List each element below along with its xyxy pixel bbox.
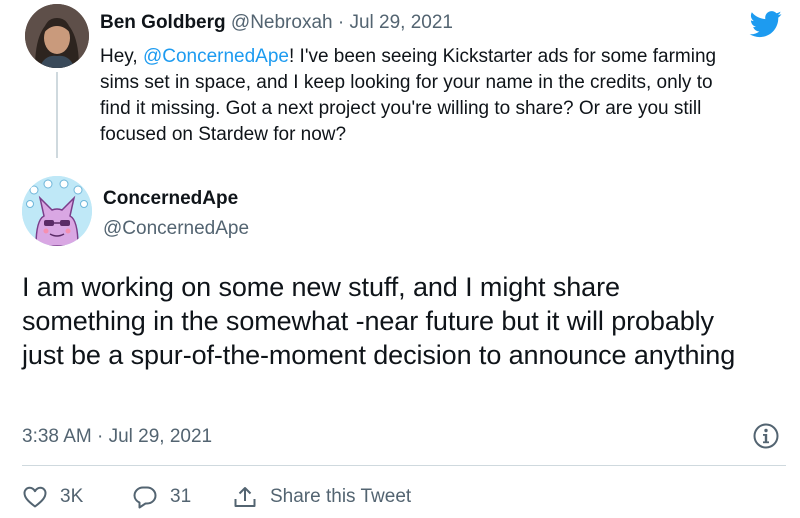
parent-tweet-text: Hey, @ConcernedApe! I've been seeing Kic… xyxy=(100,44,740,148)
divider xyxy=(22,465,786,466)
thread-connector-line xyxy=(56,72,58,158)
parent-avatar[interactable] xyxy=(25,4,89,68)
main-tweet-text: I am working on some new stuff, and I mi… xyxy=(22,272,736,370)
parent-display-name[interactable]: Ben Goldberg xyxy=(100,12,226,33)
share-button[interactable]: Share this Tweet xyxy=(232,483,411,511)
tweet-timestamp[interactable]: 3:38 AM · Jul 29, 2021 xyxy=(22,426,212,448)
speech-bubble-icon xyxy=(133,486,157,509)
mention-link[interactable]: @ConcernedApe xyxy=(143,46,289,67)
parent-handle[interactable]: @Nebroxah xyxy=(231,12,333,33)
info-icon[interactable] xyxy=(752,422,780,450)
like-count: 3K xyxy=(60,486,84,507)
heart-icon xyxy=(23,486,47,508)
reply-count: 31 xyxy=(170,486,192,507)
parent-text-lead: Hey, xyxy=(100,46,143,67)
parent-tweet-header: Ben Goldberg @Nebroxah · Jul 29, 2021 xyxy=(100,12,453,34)
main-display-name[interactable]: ConcernedApe xyxy=(103,188,238,210)
reply-button[interactable]: 31 xyxy=(132,483,191,511)
like-button[interactable]: 3K xyxy=(22,483,83,511)
main-handle[interactable]: @ConcernedApe xyxy=(103,218,249,240)
main-avatar[interactable] xyxy=(22,176,92,246)
parent-separator: · xyxy=(337,12,345,33)
parent-date[interactable]: Jul 29, 2021 xyxy=(349,12,453,33)
share-icon xyxy=(234,487,256,507)
twitter-bird-icon[interactable] xyxy=(748,8,784,40)
share-label: Share this Tweet xyxy=(270,486,412,507)
